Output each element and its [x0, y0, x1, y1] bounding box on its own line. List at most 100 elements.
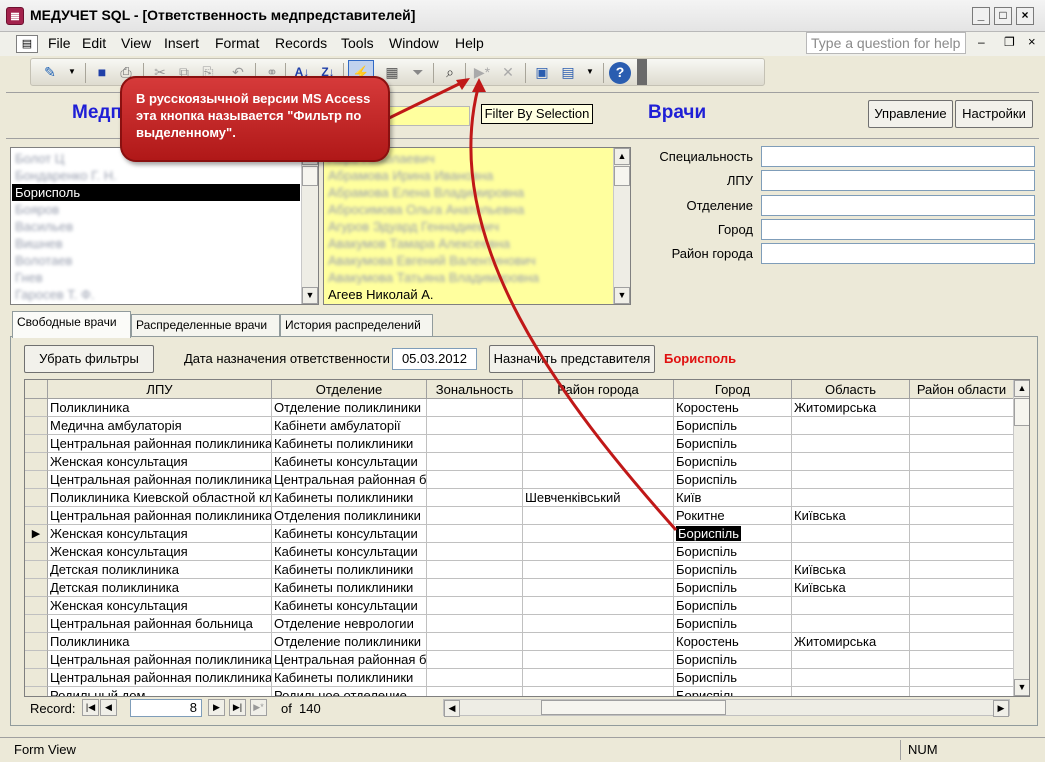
table-cell[interactable]: Кабинеты поликлиники — [272, 579, 427, 597]
maximize-icon[interactable]: □ — [994, 7, 1012, 25]
table-cell[interactable] — [792, 669, 910, 687]
table-cell[interactable]: Кабинеты консультации — [272, 597, 427, 615]
table-cell[interactable] — [427, 669, 523, 687]
scroll-thumb[interactable] — [302, 166, 318, 186]
table-cell[interactable] — [427, 399, 523, 417]
list-item[interactable]: Авакумова Татьяна Владимировна — [325, 269, 610, 286]
new-object-icon[interactable]: ▤ — [557, 62, 579, 84]
table-cell[interactable]: Отделения поликлиники — [272, 507, 427, 525]
table-cell[interactable]: Отделение неврологии — [272, 615, 427, 633]
menu-file[interactable]: File — [48, 35, 71, 51]
row-selector[interactable] — [25, 453, 48, 471]
list-scrollbar[interactable]: ▲ ▼ — [613, 148, 630, 304]
column-header-lpu[interactable]: ЛПУ — [48, 380, 272, 399]
table-cell[interactable]: Рокитне — [674, 507, 792, 525]
row-selector[interactable] — [25, 669, 48, 687]
table-cell[interactable] — [427, 543, 523, 561]
grid-scrollbar[interactable]: ▲ ▼ — [1013, 380, 1029, 696]
table-cell[interactable]: Центральная районная поликлиника — [48, 651, 272, 669]
table-cell[interactable] — [523, 597, 674, 615]
column-header-region[interactable]: Область — [792, 380, 910, 399]
table-cell[interactable] — [523, 507, 674, 525]
new-record-nav-icon[interactable]: ▶* — [250, 699, 267, 716]
table-cell[interactable]: Поликлиника Киевской областной кл — [48, 489, 272, 507]
table-cell[interactable]: Центральная районная больница — [48, 615, 272, 633]
scroll-right-icon[interactable]: ▶ — [993, 700, 1009, 717]
table-cell[interactable]: Бориспіль — [674, 669, 792, 687]
row-selector[interactable] — [25, 471, 48, 489]
delete-record-icon[interactable]: ✕ — [497, 62, 519, 84]
column-header-city-district[interactable]: Район города — [523, 380, 674, 399]
table-cell[interactable] — [427, 525, 523, 543]
table-cell[interactable] — [427, 651, 523, 669]
table-cell[interactable]: Бориспіль — [674, 597, 792, 615]
view-dropdown-icon[interactable]: ▼ — [61, 62, 83, 84]
help-icon[interactable]: ? — [609, 62, 631, 84]
table-cell[interactable] — [910, 525, 1014, 543]
table-cell[interactable] — [523, 615, 674, 633]
table-cell[interactable] — [523, 399, 674, 417]
table-cell[interactable] — [910, 561, 1014, 579]
row-selector[interactable] — [25, 651, 48, 669]
table-cell[interactable] — [427, 687, 523, 696]
table-cell[interactable]: Житомирська — [792, 633, 910, 651]
table-cell[interactable]: Київська — [792, 579, 910, 597]
table-cell[interactable]: Женская консультация — [48, 543, 272, 561]
table-cell[interactable] — [910, 435, 1014, 453]
manage-button[interactable]: Управление — [868, 100, 953, 128]
table-cell[interactable] — [792, 453, 910, 471]
list-item-selected[interactable]: Борисполь — [12, 184, 300, 201]
table-cell[interactable]: Центральная районная поликлиника — [48, 507, 272, 525]
table-cell[interactable] — [427, 615, 523, 633]
scroll-down-icon[interactable]: ▼ — [302, 287, 318, 304]
settings-button[interactable]: Настройки — [955, 100, 1033, 128]
selected-cell-value[interactable]: Бориспіль — [676, 526, 742, 541]
table-cell[interactable]: Київська — [792, 561, 910, 579]
table-cell[interactable] — [523, 633, 674, 651]
table-cell[interactable] — [427, 435, 523, 453]
access-form-icon[interactable]: ≣ — [6, 7, 24, 25]
table-cell[interactable]: Центральная районная б — [272, 651, 427, 669]
table-cell[interactable] — [910, 417, 1014, 435]
view-icon[interactable]: ✎ — [39, 62, 61, 84]
table-cell[interactable] — [910, 597, 1014, 615]
table-cell[interactable] — [427, 507, 523, 525]
current-record-field[interactable]: 8 — [130, 699, 202, 717]
table-cell[interactable]: Поликлиника — [48, 633, 272, 651]
table-cell[interactable]: Житомирська — [792, 399, 910, 417]
table-cell[interactable] — [792, 543, 910, 561]
table-cell[interactable]: Родильное отделение — [272, 687, 427, 696]
table-cell[interactable]: Коростень — [674, 399, 792, 417]
row-selector[interactable] — [25, 615, 48, 633]
table-cell[interactable] — [910, 453, 1014, 471]
table-cell[interactable]: Бориспіль — [674, 687, 792, 696]
column-header-region-district[interactable]: Район области — [910, 380, 1014, 399]
table-cell[interactable] — [427, 597, 523, 615]
table-cell[interactable] — [792, 435, 910, 453]
list-item[interactable]: Бояров — [12, 201, 300, 218]
table-cell[interactable]: Бориспіль — [674, 417, 792, 435]
menu-records[interactable]: Records — [275, 35, 327, 51]
table-cell[interactable]: Кабинеты поликлиники — [272, 435, 427, 453]
table-cell[interactable] — [523, 453, 674, 471]
table-cell[interactable] — [910, 399, 1014, 417]
table-cell[interactable] — [792, 471, 910, 489]
representative-combo[interactable] — [388, 106, 470, 126]
table-cell[interactable]: Поликлиника — [48, 399, 272, 417]
menu-help[interactable]: Help — [455, 35, 484, 51]
table-cell[interactable]: Медична амбулаторія — [48, 417, 272, 435]
table-cell[interactable]: Кабинеты консультации — [272, 525, 427, 543]
table-cell[interactable]: Центральная районная поликлиника — [48, 435, 272, 453]
table-cell[interactable]: Женская консультация — [48, 525, 272, 543]
doctors-list[interactable]: Абро Николаевич Абрамова Ирина Ивановна … — [323, 147, 631, 305]
close-icon[interactable]: × — [1016, 7, 1034, 25]
next-record-icon[interactable]: ▶ — [208, 699, 225, 716]
database-window-icon[interactable]: ▣ — [531, 62, 553, 84]
list-item[interactable]: Гнев — [12, 269, 300, 286]
table-cell[interactable] — [523, 543, 674, 561]
table-cell[interactable]: Женская консультация — [48, 597, 272, 615]
table-cell[interactable]: Київ — [674, 489, 792, 507]
grid-hscrollbar[interactable]: ◀ ▶ — [443, 699, 1010, 717]
tab-free-doctors[interactable]: Свободные врачи — [12, 311, 131, 338]
menu-insert[interactable]: Insert — [164, 35, 199, 51]
